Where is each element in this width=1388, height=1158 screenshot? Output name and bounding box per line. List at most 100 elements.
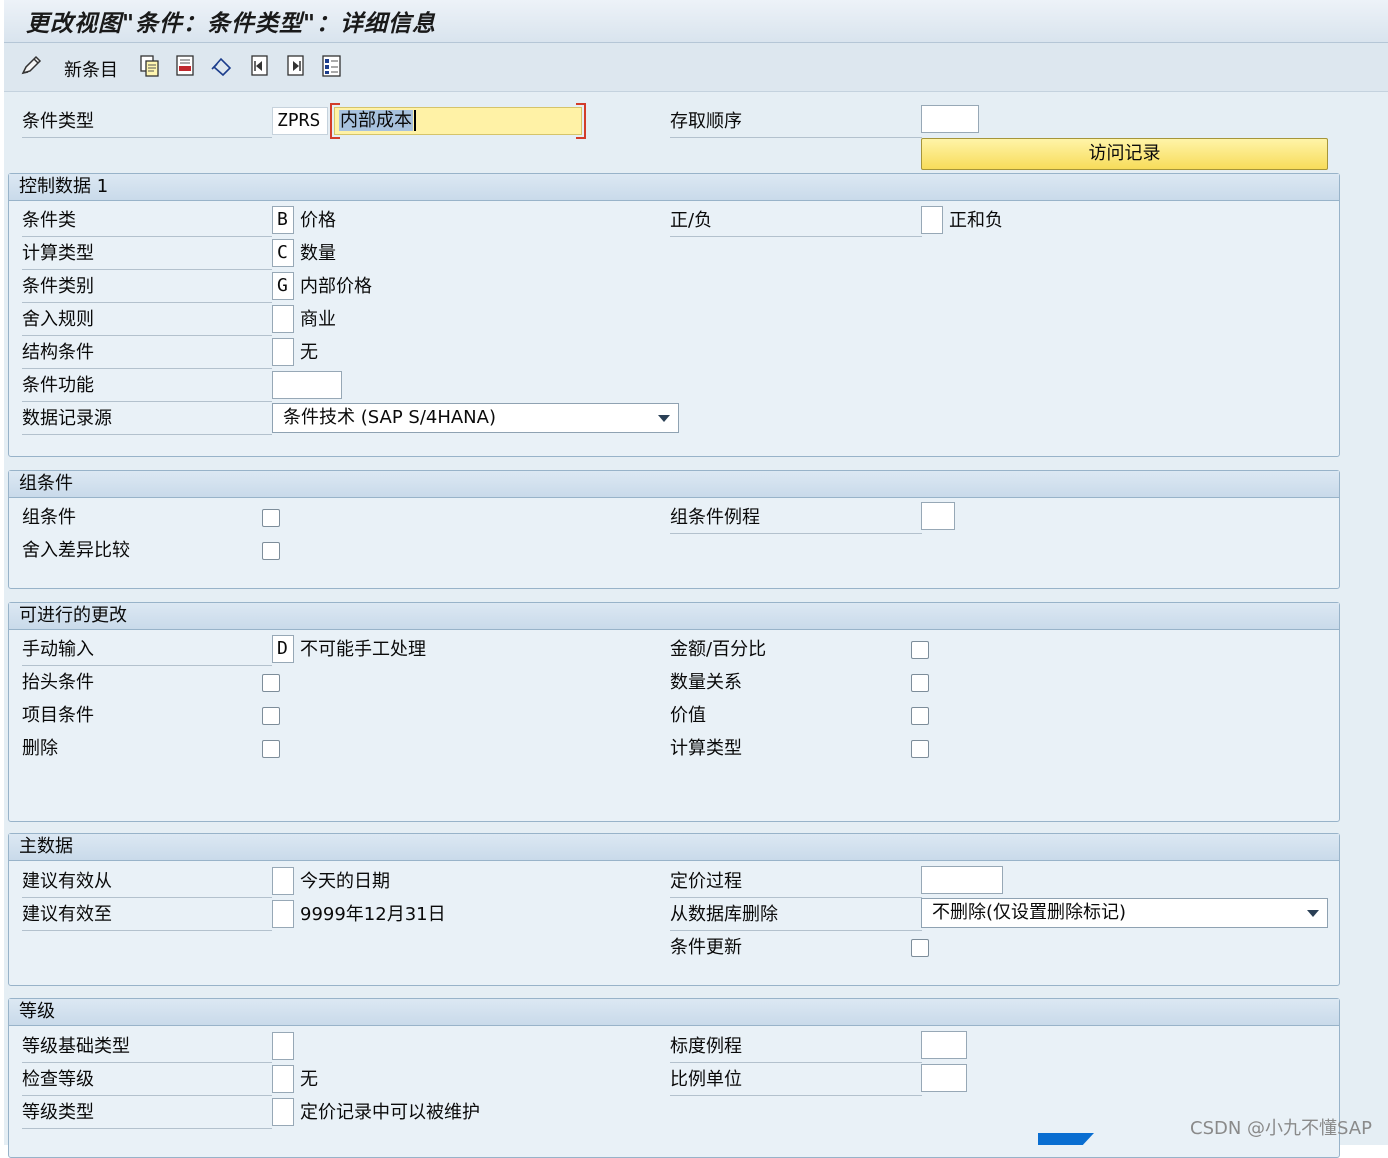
- condition-update-label: 条件更新: [670, 937, 742, 958]
- value-label: 价值: [670, 705, 706, 726]
- rounding-rule-input[interactable]: [272, 305, 294, 333]
- plus-minus-label: 正/负: [670, 206, 922, 237]
- change-calc-type-label: 计算类型: [670, 738, 742, 759]
- section-title: 等级: [9, 999, 1339, 1026]
- scale-type-label: 等级类型: [22, 1098, 272, 1129]
- new-entries-button[interactable]: 新条目: [64, 56, 118, 82]
- copy-icon[interactable]: [138, 54, 162, 78]
- sap-window: 更改视图"条件：条件类型"：详细信息 新条目 条件类型 ZPRS 内部成本 存取…: [4, 0, 1388, 1158]
- plus-minus-input[interactable]: [921, 206, 943, 234]
- title-bar: 更改视图"条件：条件类型"：详细信息: [4, 0, 1388, 43]
- access-sequence-input[interactable]: [921, 105, 979, 133]
- change-icon[interactable]: [20, 54, 44, 78]
- group-condition-checkbox[interactable]: [262, 509, 280, 527]
- condition-class-input[interactable]: B: [272, 206, 294, 234]
- amount-percent-checkbox[interactable]: [911, 641, 929, 659]
- pricing-procedure-input[interactable]: [921, 866, 1003, 894]
- manual-entry-text: 不可能手工处理: [300, 639, 426, 660]
- rounding-diff-label: 舍入差异比较: [22, 540, 130, 561]
- scale-routine-label: 标度例程: [670, 1032, 922, 1063]
- chevron-down-icon[interactable]: [1307, 910, 1319, 917]
- quantity-relation-checkbox[interactable]: [911, 674, 929, 692]
- calculation-type-label: 计算类型: [22, 239, 272, 270]
- item-condition-checkbox[interactable]: [262, 707, 280, 725]
- section-title: 组条件: [9, 471, 1339, 498]
- scale-base-type-input[interactable]: [272, 1032, 294, 1060]
- scale-type-input[interactable]: [272, 1098, 294, 1126]
- data-source-label: 数据记录源: [22, 404, 272, 435]
- condition-function-label: 条件功能: [22, 371, 272, 402]
- scale-base-type-label: 等级基础类型: [22, 1032, 272, 1063]
- undo-icon[interactable]: [210, 54, 234, 78]
- scale-unit-input[interactable]: [921, 1064, 967, 1092]
- check-scale-text: 无: [300, 1069, 318, 1090]
- data-source-value: 条件技术 (SAP S/4HANA): [283, 407, 496, 428]
- calculation-type-text: 数量: [300, 243, 336, 264]
- valid-from-input[interactable]: [272, 867, 294, 895]
- value-checkbox[interactable]: [911, 707, 929, 725]
- amount-percent-label: 金额/百分比: [670, 639, 767, 660]
- delete-checkbox[interactable]: [262, 740, 280, 758]
- delete-icon[interactable]: [174, 54, 198, 78]
- window-title: 更改视图"条件：条件类型"：详细信息: [26, 10, 436, 37]
- scale-unit-label: 比例单位: [670, 1065, 922, 1096]
- section-title: 控制数据 1: [9, 174, 1339, 201]
- records-button[interactable]: 访问记录: [921, 138, 1328, 170]
- condition-class-text: 价格: [300, 210, 336, 231]
- section-title: 主数据: [9, 834, 1339, 861]
- scale-routine-input[interactable]: [921, 1031, 967, 1059]
- group-routine-label: 组条件例程: [670, 503, 922, 534]
- condition-function-input[interactable]: [272, 371, 342, 399]
- condition-class-label: 条件类: [22, 206, 272, 237]
- rounding-rule-label: 舍入规则: [22, 305, 272, 336]
- structure-condition-text: 无: [300, 342, 318, 363]
- condition-type-label: 条件类型: [22, 107, 272, 138]
- calculation-type-input[interactable]: C: [272, 239, 294, 267]
- structure-condition-label: 结构条件: [22, 338, 272, 369]
- delete-from-db-dropdown[interactable]: 不删除(仅设置删除标记): [921, 898, 1328, 928]
- valid-to-label: 建议有效至: [22, 900, 272, 931]
- previous-entry-icon[interactable]: [248, 54, 272, 78]
- text-cursor: [414, 110, 416, 131]
- next-entry-icon[interactable]: [284, 54, 308, 78]
- condition-update-checkbox[interactable]: [911, 939, 929, 957]
- select-all-icon[interactable]: [320, 54, 344, 78]
- rounding-rule-text: 商业: [300, 309, 336, 330]
- header-condition-label: 抬头条件: [22, 672, 94, 693]
- delete-from-db-value: 不删除(仅设置删除标记): [932, 902, 1127, 923]
- header-condition-checkbox[interactable]: [262, 674, 280, 692]
- watermark: CSDN @小九不懂SAP: [1190, 1118, 1372, 1139]
- valid-from-text: 今天的日期: [300, 871, 390, 892]
- check-scale-label: 检查等级: [22, 1065, 272, 1096]
- manual-entry-input[interactable]: D: [272, 635, 294, 663]
- condition-category-label: 条件类别: [22, 272, 272, 303]
- condition-type-name-input[interactable]: 内部成本: [334, 107, 582, 135]
- valid-from-label: 建议有效从: [22, 867, 272, 898]
- chevron-down-icon[interactable]: [658, 415, 670, 422]
- scale-type-text: 定价记录中可以被维护: [300, 1102, 480, 1123]
- change-calc-type-checkbox[interactable]: [911, 740, 929, 758]
- condition-category-text: 内部价格: [300, 276, 372, 297]
- quantity-relation-label: 数量关系: [670, 672, 742, 693]
- rounding-diff-checkbox[interactable]: [262, 542, 280, 560]
- condition-type-code: ZPRS: [272, 107, 328, 135]
- pricing-procedure-label: 定价过程: [670, 867, 922, 898]
- condition-category-input[interactable]: G: [272, 272, 294, 300]
- check-scale-input[interactable]: [272, 1065, 294, 1093]
- structure-condition-input[interactable]: [272, 338, 294, 366]
- section-title: 可进行的更改: [9, 603, 1339, 630]
- selected-text: 内部成本: [339, 110, 413, 131]
- manual-entry-label: 手动输入: [22, 635, 272, 666]
- valid-to-input[interactable]: [272, 900, 294, 928]
- valid-to-text: 9999年12月31日: [300, 904, 446, 925]
- application-toolbar: 新条目: [4, 43, 1388, 92]
- delete-from-db-label: 从数据库删除: [670, 900, 922, 931]
- access-sequence-label: 存取顺序: [670, 107, 922, 138]
- group-routine-input[interactable]: [921, 502, 955, 530]
- item-condition-label: 项目条件: [22, 705, 94, 726]
- detail-screen: 条件类型 ZPRS 内部成本 存取顺序 访问记录 控制数据 1 条件类 B 价格…: [4, 92, 1388, 1158]
- delete-label: 删除: [22, 738, 58, 759]
- data-source-dropdown[interactable]: 条件技术 (SAP S/4HANA): [272, 403, 679, 433]
- group-condition-label: 组条件: [22, 507, 76, 528]
- plus-minus-text: 正和负: [949, 210, 1003, 231]
